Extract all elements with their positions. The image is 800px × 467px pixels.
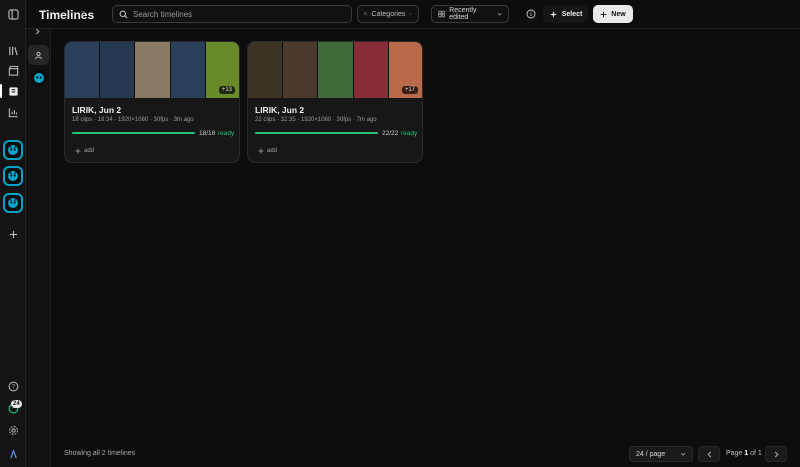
- clapperboard-icon[interactable]: [5, 62, 21, 78]
- prev-page-button[interactable]: [698, 446, 720, 462]
- sort-label: Recently edited: [449, 7, 477, 21]
- add-button[interactable]: add: [258, 148, 277, 154]
- new-timeline-button[interactable]: New: [593, 5, 633, 23]
- categories-dropdown[interactable]: Categories: [357, 5, 419, 23]
- channel-avatar[interactable]: [3, 193, 23, 213]
- progress-fill: [255, 132, 378, 134]
- logo-icon[interactable]: [5, 446, 21, 462]
- chevron-right-icon[interactable]: [34, 28, 41, 35]
- chevron-right-icon: [774, 451, 779, 457]
- progress-bar: [255, 132, 378, 134]
- secondary-rail: [26, 0, 51, 467]
- plus-icon: [75, 148, 81, 154]
- search-box[interactable]: [112, 5, 352, 23]
- info-button[interactable]: [524, 7, 538, 21]
- timeline-count: 2: [81, 11, 85, 18]
- plus-icon: [600, 11, 607, 17]
- per-page-label: 24 / page: [636, 450, 666, 458]
- add-button[interactable]: add: [75, 148, 94, 154]
- chevron-down-icon: [409, 13, 412, 15]
- chart-icon[interactable]: [5, 104, 21, 120]
- sort-dropdown[interactable]: Recently edited: [431, 5, 509, 23]
- timeline-card[interactable]: +13 LIRIK, Jun 2 18 clips · 18:34 · 1920…: [64, 41, 240, 163]
- page-indicator: Page 1 of 1: [726, 450, 762, 457]
- progress-ratio: 22/22: [382, 130, 399, 137]
- svg-text:?: ?: [11, 384, 15, 390]
- info-icon: [526, 9, 536, 19]
- more-clips-badge: +13: [218, 86, 235, 94]
- next-page-button[interactable]: [765, 446, 787, 462]
- page-title: Timelines: [39, 8, 95, 22]
- active-indicator: [0, 84, 2, 98]
- clip-thumbnail: [248, 42, 284, 98]
- chevron-down-icon: [497, 13, 502, 16]
- channel-avatar-small[interactable]: [31, 70, 47, 86]
- progress-bar: [72, 132, 195, 134]
- timeline-name: LIRIK, Jun 2: [72, 105, 122, 115]
- categories-label: Categories: [371, 10, 406, 18]
- user-icon: [34, 51, 43, 59]
- clip-thumbnail: [318, 42, 354, 98]
- add-label: add: [267, 148, 278, 154]
- sidebar-toggle-icon[interactable]: [5, 6, 21, 22]
- user-filter-button[interactable]: [28, 45, 49, 65]
- thumbnail-strip: [248, 42, 422, 98]
- add-label: add: [84, 148, 95, 154]
- tag-icon: [364, 12, 368, 16]
- more-clips-badge: +17: [401, 86, 418, 94]
- new-label: New: [611, 10, 626, 18]
- plus-icon: [258, 148, 264, 154]
- status-label: ready: [401, 130, 418, 137]
- chevron-left-icon: [706, 451, 711, 457]
- timeline-icon[interactable]: [5, 83, 21, 99]
- clip-thumbnail: [170, 42, 206, 98]
- library-icon[interactable]: [5, 42, 21, 58]
- channel-avatar[interactable]: [3, 166, 23, 186]
- sparkle-icon: [549, 10, 557, 18]
- notification-badge: 24: [11, 400, 22, 408]
- clip-thumbnail: [100, 42, 136, 98]
- clip-thumbnail: [135, 42, 171, 98]
- select-label: Select: [561, 10, 583, 18]
- timeline-meta: 22 clips · 32:35 · 1920×1080 · 30fps · 7…: [255, 117, 377, 123]
- thumbnail-strip: [65, 42, 239, 98]
- progress-fill: [72, 132, 195, 134]
- timeline-name: LIRIK, Jun 2: [255, 105, 305, 115]
- settings-icon[interactable]: [5, 422, 21, 438]
- clip-thumbnail: [353, 42, 389, 98]
- left-rail: ? 24: [0, 0, 26, 467]
- select-button[interactable]: Select: [543, 5, 588, 23]
- timeline-card[interactable]: +17 LIRIK, Jun 2 22 clips · 32:35 · 1920…: [247, 41, 423, 163]
- search-icon: [119, 10, 128, 18]
- showing-summary: Showing all 2 timelines: [64, 450, 136, 457]
- add-channel-icon[interactable]: [5, 226, 21, 242]
- top-bar: Timelines 2 Categories Recently edited S…: [26, 0, 800, 29]
- channel-avatar[interactable]: [3, 140, 23, 160]
- grid-icon: [438, 10, 445, 18]
- search-input[interactable]: [133, 9, 333, 19]
- clip-thumbnail: [283, 42, 319, 98]
- status-label: ready: [218, 130, 235, 137]
- progress-ratio: 18/18: [199, 130, 216, 137]
- timeline-meta: 18 clips · 18:34 · 1920×1080 · 30fps · 3…: [72, 117, 194, 123]
- help-icon[interactable]: ?: [5, 378, 21, 394]
- clip-thumbnail: [65, 42, 101, 98]
- chevron-down-icon: [680, 452, 686, 456]
- per-page-select[interactable]: 24 / page: [629, 446, 693, 462]
